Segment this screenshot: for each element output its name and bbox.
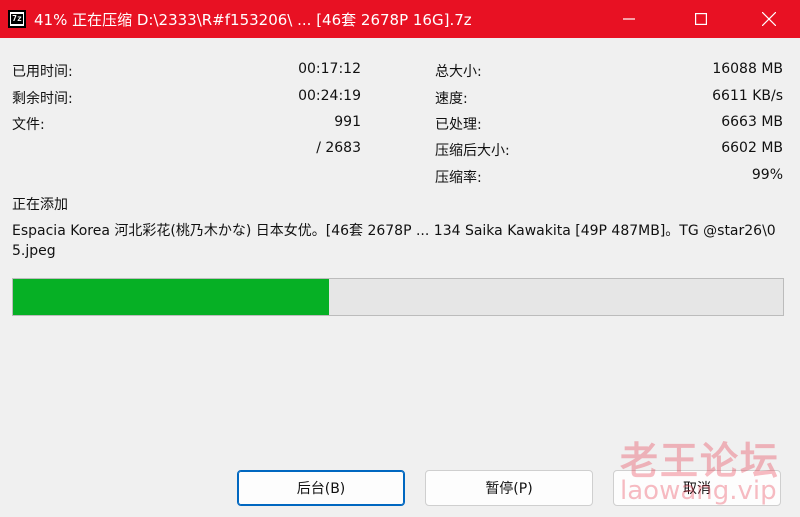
7z-app-icon[interactable]: 7z [8, 10, 26, 28]
progress-bar [12, 278, 784, 316]
minimize-icon [623, 18, 635, 20]
elapsed-time-value: 00:17:12 [298, 61, 361, 77]
processed-label: 已处理: [435, 117, 482, 133]
compressed-size-label: 压缩后大小: [435, 143, 510, 159]
maximize-button[interactable] [678, 0, 724, 38]
total-size-value: 16088 MB [712, 61, 783, 77]
window-title: 41% 正在压缩 D:\2333\R#f153206\ ... [46套 267… [34, 11, 472, 29]
compressed-size-value: 6602 MB [721, 140, 783, 156]
compression-progress-window: 7z 41% 正在压缩 D:\2333\R#f153206\ ... [46套 … [0, 0, 800, 517]
close-icon [762, 12, 776, 26]
remaining-time-value: 00:24:19 [298, 88, 361, 104]
total-size-label: 总大小: [435, 64, 482, 80]
files-total-value: / 2683 [316, 140, 361, 156]
files-label: 文件: [12, 117, 45, 133]
files-count-value: 991 [334, 114, 361, 130]
remaining-time-label: 剩余时间: [12, 91, 73, 107]
compression-ratio-label: 压缩率: [435, 170, 482, 186]
speed-value: 6611 KB/s [712, 88, 783, 104]
cancel-button[interactable]: 取消 [613, 470, 781, 506]
processed-value: 6663 MB [721, 114, 783, 130]
progress-bar-fill [13, 279, 329, 315]
current-file-path: Espacia Korea 河北彩花(桃乃木かな) 日本女优。[46套 2678… [12, 223, 776, 259]
elapsed-time-label: 已用时间: [12, 64, 73, 80]
pause-button[interactable]: 暂停(P) [425, 470, 593, 506]
current-operation-label: 正在添加 [12, 197, 68, 213]
close-button[interactable] [746, 0, 792, 38]
minimize-button[interactable] [606, 0, 652, 38]
maximize-icon [695, 13, 707, 25]
background-button[interactable]: 后台(B) [237, 470, 405, 506]
compression-ratio-value: 99% [751, 167, 783, 183]
title-bar[interactable]: 7z 41% 正在压缩 D:\2333\R#f153206\ ... [46套 … [0, 0, 800, 38]
speed-label: 速度: [435, 91, 468, 107]
